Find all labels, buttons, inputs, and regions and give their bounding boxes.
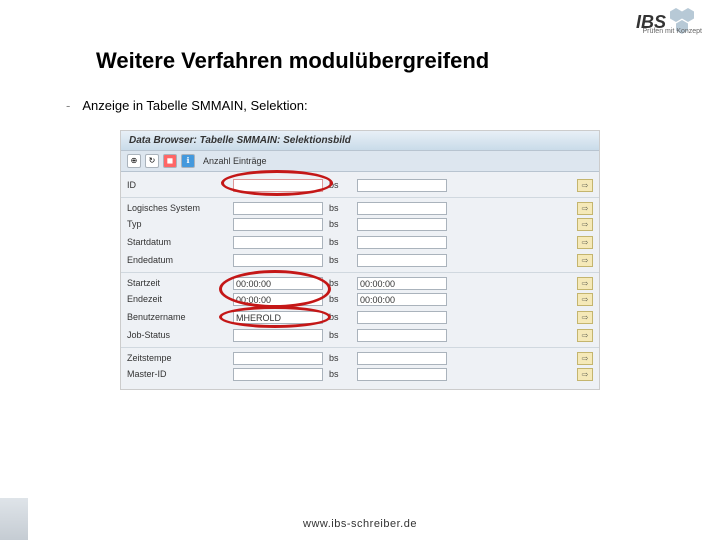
row-startdatum: Startdatum bs ⇨ bbox=[121, 233, 599, 251]
row-zeitstempel: Zeitstempe bs ⇨ bbox=[121, 347, 599, 365]
bs-endedatum: bs bbox=[329, 255, 351, 265]
input-benutzer-from[interactable]: MHEROLD bbox=[233, 311, 323, 324]
execute-icon[interactable]: ⊕ bbox=[127, 154, 141, 168]
input-logsys-to[interactable] bbox=[357, 202, 447, 215]
info-icon[interactable]: ℹ bbox=[181, 154, 195, 168]
label-startdatum: Startdatum bbox=[127, 237, 227, 247]
input-endezeit-to[interactable]: 00:00:00 bbox=[357, 293, 447, 306]
multi-select-icon[interactable]: ⇨ bbox=[577, 293, 593, 306]
input-zeitstempel-from[interactable] bbox=[233, 352, 323, 365]
input-startdatum-to[interactable] bbox=[357, 236, 447, 249]
label-typ: Typ bbox=[127, 219, 227, 229]
bs-benutzer: bs bbox=[329, 312, 351, 322]
row-masterid: Master-ID bs ⇨ bbox=[121, 365, 599, 383]
label-id: ID bbox=[127, 180, 227, 190]
logo-tagline: Prüfen mit Konzept bbox=[642, 28, 702, 35]
bs-endezeit: bs bbox=[329, 294, 351, 304]
toolbar: ⊕ ↻ ◼ ℹ Anzahl Einträge bbox=[121, 151, 599, 172]
multi-select-icon[interactable]: ⇨ bbox=[577, 329, 593, 342]
footer-url: www.ibs-schreiber.de bbox=[0, 518, 720, 530]
page-title: Weitere Verfahren modulübergreifend bbox=[96, 48, 489, 74]
input-endedatum-to[interactable] bbox=[357, 254, 447, 267]
entries-label: Anzahl Einträge bbox=[203, 156, 267, 166]
input-masterid-to[interactable] bbox=[357, 368, 447, 381]
bullet-row: - Anzeige in Tabelle SMMAIN, Selektion: bbox=[66, 98, 308, 113]
input-masterid-from[interactable] bbox=[233, 368, 323, 381]
multi-select-icon[interactable]: ⇨ bbox=[577, 218, 593, 231]
multi-select-icon[interactable]: ⇨ bbox=[577, 202, 593, 215]
label-zeitstempel: Zeitstempe bbox=[127, 353, 227, 363]
multi-select-icon[interactable]: ⇨ bbox=[577, 179, 593, 192]
label-jobstatus: Job-Status bbox=[127, 330, 227, 340]
bullet-text: Anzeige in Tabelle SMMAIN, Selektion: bbox=[82, 98, 307, 113]
bs-id: bs bbox=[329, 180, 351, 190]
bs-typ: bs bbox=[329, 219, 351, 229]
bs-startzeit: bs bbox=[329, 278, 351, 288]
multi-select-icon[interactable]: ⇨ bbox=[577, 368, 593, 381]
multi-select-icon[interactable]: ⇨ bbox=[577, 311, 593, 324]
label-benutzer: Benutzername bbox=[127, 312, 227, 322]
multi-select-icon[interactable]: ⇨ bbox=[577, 277, 593, 290]
bs-startdatum: bs bbox=[329, 237, 351, 247]
row-benutzer: Benutzername MHEROLD bs ⇨ bbox=[121, 308, 599, 326]
input-id-to[interactable] bbox=[357, 179, 447, 192]
bs-logsys: bs bbox=[329, 203, 351, 213]
row-endedatum: Endedatum bs ⇨ bbox=[121, 251, 599, 269]
input-zeitstempel-to[interactable] bbox=[357, 352, 447, 365]
multi-select-icon[interactable]: ⇨ bbox=[577, 254, 593, 267]
row-typ: Typ bs ⇨ bbox=[121, 215, 599, 233]
input-startdatum-from[interactable] bbox=[233, 236, 323, 249]
input-id-from[interactable] bbox=[233, 179, 323, 192]
input-jobstatus-from[interactable] bbox=[233, 329, 323, 342]
bs-jobstatus: bs bbox=[329, 330, 351, 340]
selection-form: ID bs ⇨ Logisches System bs ⇨ Typ bs ⇨ S… bbox=[121, 172, 599, 389]
label-endedatum: Endedatum bbox=[127, 255, 227, 265]
multi-select-icon[interactable]: ⇨ bbox=[577, 236, 593, 249]
bullet-dash: - bbox=[66, 98, 70, 113]
window-title: Data Browser: Tabelle SMMAIN: Selektions… bbox=[121, 131, 599, 151]
row-logsys: Logisches System bs ⇨ bbox=[121, 197, 599, 215]
input-startzeit-from[interactable]: 00:00:00 bbox=[233, 277, 323, 290]
sap-screenshot: Data Browser: Tabelle SMMAIN: Selektions… bbox=[120, 130, 600, 390]
row-jobstatus: Job-Status bs ⇨ bbox=[121, 326, 599, 344]
label-logsys: Logisches System bbox=[127, 203, 227, 213]
input-benutzer-to[interactable] bbox=[357, 311, 447, 324]
label-endezeit: Endezeit bbox=[127, 294, 227, 304]
bs-masterid: bs bbox=[329, 369, 351, 379]
input-logsys-from[interactable] bbox=[233, 202, 323, 215]
refresh-icon[interactable]: ↻ bbox=[145, 154, 159, 168]
row-startzeit: Startzeit 00:00:00 bs 00:00:00 ⇨ bbox=[121, 272, 599, 290]
input-endedatum-from[interactable] bbox=[233, 254, 323, 267]
input-typ-to[interactable] bbox=[357, 218, 447, 231]
bs-zeitstempel: bs bbox=[329, 353, 351, 363]
label-masterid: Master-ID bbox=[127, 369, 227, 379]
row-id: ID bs ⇨ bbox=[121, 176, 599, 194]
input-jobstatus-to[interactable] bbox=[357, 329, 447, 342]
row-endezeit: Endezeit 00:00:00 bs 00:00:00 ⇨ bbox=[121, 290, 599, 308]
multi-select-icon[interactable]: ⇨ bbox=[577, 352, 593, 365]
input-typ-from[interactable] bbox=[233, 218, 323, 231]
input-startzeit-to[interactable]: 00:00:00 bbox=[357, 277, 447, 290]
input-endezeit-from[interactable]: 00:00:00 bbox=[233, 293, 323, 306]
label-startzeit: Startzeit bbox=[127, 278, 227, 288]
cancel-icon[interactable]: ◼ bbox=[163, 154, 177, 168]
